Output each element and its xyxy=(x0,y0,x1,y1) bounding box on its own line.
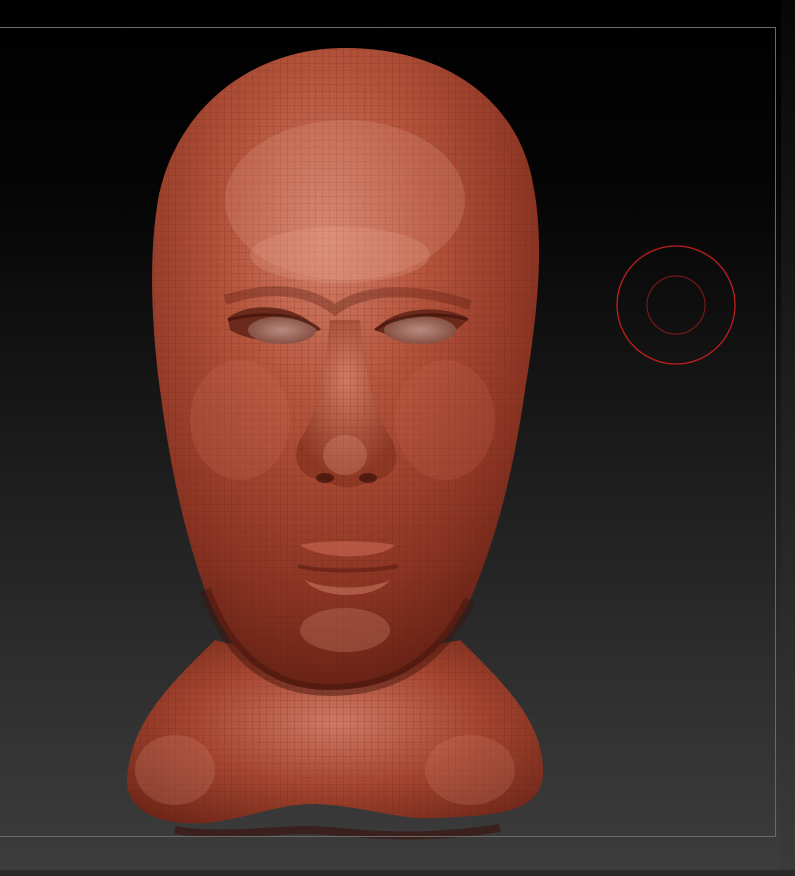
sculpt-viewport[interactable] xyxy=(0,0,795,876)
brush-cursor-icon xyxy=(616,245,736,365)
bottom-bar xyxy=(0,870,795,876)
head-model[interactable] xyxy=(0,0,795,876)
